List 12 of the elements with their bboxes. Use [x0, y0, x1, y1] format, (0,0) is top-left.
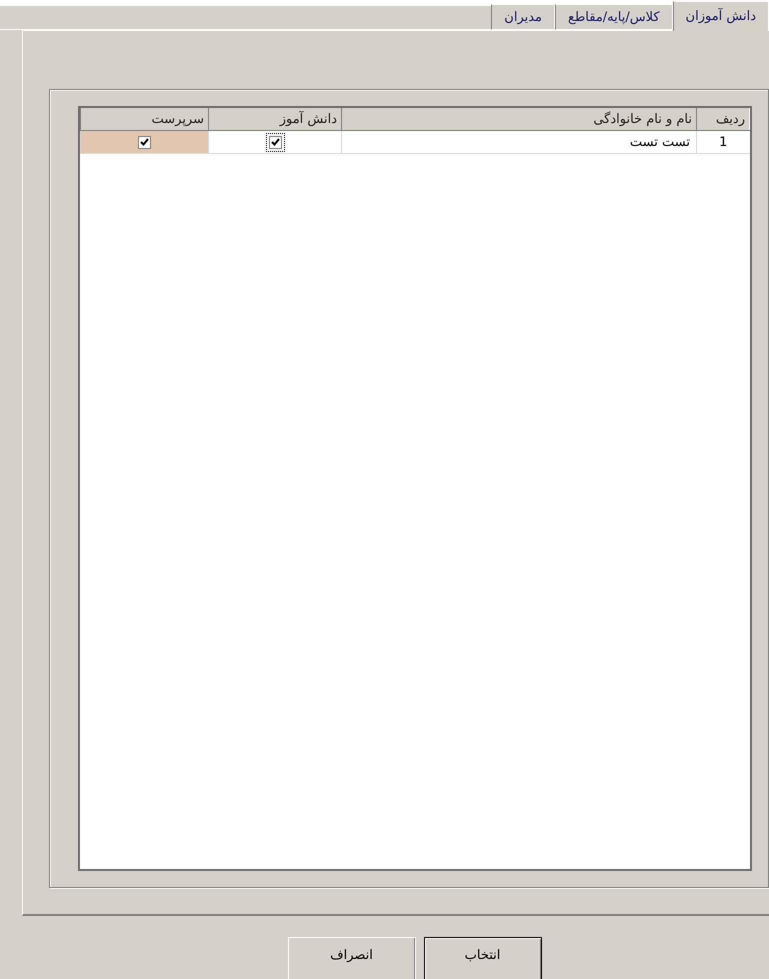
- dialog-button[interactable]: انصراف: [288, 937, 416, 979]
- column-header[interactable]: نام و نام خانوادگی: [342, 108, 696, 130]
- column-header[interactable]: دانش آموز: [208, 108, 342, 130]
- table-cell: 1: [696, 130, 750, 154]
- tab[interactable]: دانش آموزان: [672, 1, 769, 31]
- table-cell: تست تست: [342, 130, 696, 154]
- checkbox[interactable]: [138, 136, 151, 148]
- column-header[interactable]: ردیف: [696, 108, 750, 130]
- tab[interactable]: کلاس/پایه/مقاطع: [555, 4, 673, 30]
- column-header[interactable]: سرپرست: [80, 108, 208, 130]
- dialog-button[interactable]: انتخاب: [424, 937, 542, 979]
- tab[interactable]: مدیران: [491, 4, 556, 30]
